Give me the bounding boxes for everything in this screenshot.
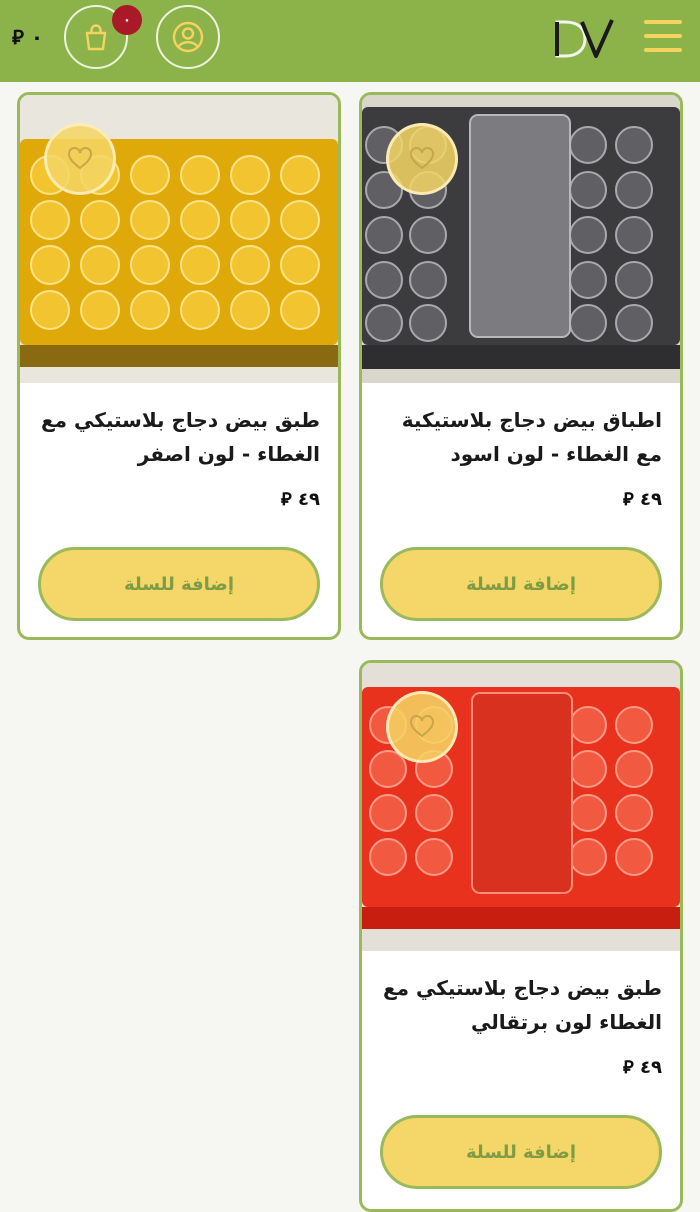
favorite-button[interactable] [44,123,116,195]
menu-icon-line [644,20,682,24]
product-image[interactable] [20,95,338,383]
cart-total: ٠ ⃁ [12,25,44,49]
heart-icon [410,715,434,738]
product-title[interactable]: اطباق بيض دجاج بلاستيكية مع الغطاء - لون… [372,403,662,471]
add-to-cart-button[interactable]: إضافة للسلة [380,547,662,621]
product-title[interactable]: طبق بيض دجاج بلاستيكي مع الغطاء لون برتق… [372,971,662,1039]
menu-button[interactable] [644,20,682,52]
heart-icon [68,147,92,170]
menu-icon-line [644,48,682,52]
top-bar: ٠ ⃁ ٠ [0,0,700,82]
product-card[interactable]: طبق بيض دجاج بلاستيكي مع الغطاء - لون اص… [17,92,341,640]
shopping-bag-icon [85,24,107,51]
cart-button[interactable]: ٠ [64,5,142,69]
favorite-button[interactable] [386,691,458,763]
product-price: ٤٩ ⃁ [281,489,320,510]
add-to-cart-button[interactable]: إضافة للسلة [380,1115,662,1189]
product-price: ٤٩ ⃁ [623,489,662,510]
cart-count-badge: ٠ [112,5,142,35]
product-image[interactable] [362,663,680,951]
account-button[interactable] [156,5,220,69]
user-icon [172,21,204,53]
product-card[interactable]: طبق بيض دجاج بلاستيكي مع الغطاء لون برتق… [359,660,683,1212]
product-card[interactable]: اطباق بيض دجاج بلاستيكية مع الغطاء - لون… [359,92,683,640]
product-title[interactable]: طبق بيض دجاج بلاستيكي مع الغطاء - لون اص… [30,403,320,471]
heart-icon [410,147,434,170]
product-price: ٤٩ ⃁ [623,1057,662,1078]
add-to-cart-button[interactable]: إضافة للسلة [38,547,320,621]
product-image[interactable] [362,95,680,383]
favorite-button[interactable] [386,123,458,195]
logo[interactable] [552,16,616,62]
menu-icon-line [644,34,682,38]
